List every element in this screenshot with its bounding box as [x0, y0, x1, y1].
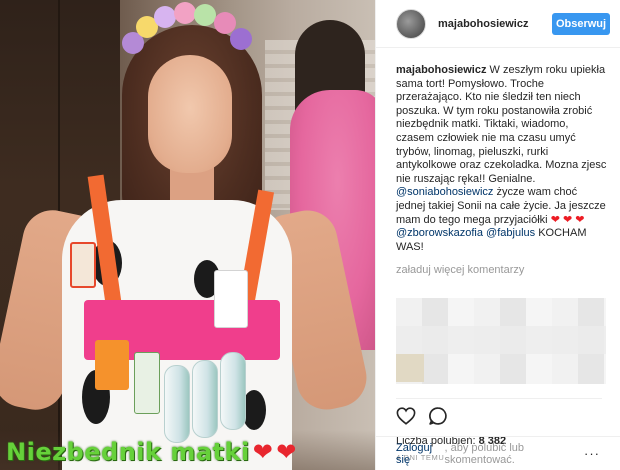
gadget-box — [214, 270, 248, 328]
caption-comment: majabohosiewicz W zeszłym roku upiekła s… — [376, 48, 620, 288]
login-prompt-text: , aby polubić lub skomentować. — [444, 441, 525, 466]
post-photo[interactable]: Niezbednik matki ❤ ❤ — [0, 0, 375, 470]
crown-flower — [174, 2, 196, 24]
diaper-roll — [164, 365, 190, 443]
blurred-comments — [396, 298, 606, 384]
heart-icon: ❤ — [276, 438, 297, 466]
mention-link[interactable]: @fabjulus — [486, 227, 535, 239]
instagram-post: Niezbednik matki ❤ ❤ majabohosiewicz Obser… — [0, 0, 620, 470]
comment-author[interactable]: majabohosiewicz — [396, 64, 486, 76]
heart-outline-icon[interactable] — [396, 406, 416, 428]
diaper-roll — [220, 352, 246, 430]
photo-caption-text: Niezbednik matki — [6, 438, 250, 466]
heart-emoji: ❤ ❤ ❤ — [550, 213, 585, 226]
flower-crown — [122, 2, 254, 58]
load-more-comments-link[interactable]: załaduj więcej komentarzy — [396, 264, 608, 278]
photo-caption: Niezbednik matki ❤ ❤ — [6, 438, 297, 466]
heart-icon: ❤ — [252, 438, 274, 466]
comment-bubble-icon[interactable] — [428, 406, 448, 429]
crown-flower — [154, 6, 176, 28]
blurred-thumbnail — [396, 354, 424, 382]
tictac-box — [95, 340, 129, 390]
gadget-box — [70, 242, 96, 288]
ointment-tube — [134, 352, 160, 414]
woman-face — [148, 55, 232, 173]
login-prompt: Zaloguj się, aby polubić lub skomentować… — [376, 436, 620, 470]
blurred-block — [396, 326, 606, 354]
mention-link[interactable]: @zborowskazofia — [396, 227, 483, 239]
post-side-panel: majabohosiewicz Obserwuj majabohosiewicz… — [375, 0, 620, 470]
crown-flower — [230, 28, 252, 50]
ellipsis-icon[interactable]: ··· — [584, 446, 600, 461]
mention-link[interactable]: @soniabohosiewicz — [396, 186, 493, 198]
login-link[interactable]: Zaloguj się — [396, 442, 445, 466]
action-bar — [376, 399, 620, 435]
header-username[interactable]: majabohosiewicz — [438, 18, 552, 30]
avatar[interactable] — [396, 8, 426, 39]
post-header: majabohosiewicz Obserwuj — [376, 0, 620, 48]
comment-text-part1: W zeszłym roku upiekła sama tort! Pomysł… — [396, 64, 607, 185]
crown-flower — [194, 4, 216, 26]
diaper-roll — [192, 360, 218, 438]
follow-button[interactable]: Obserwuj — [552, 12, 610, 35]
